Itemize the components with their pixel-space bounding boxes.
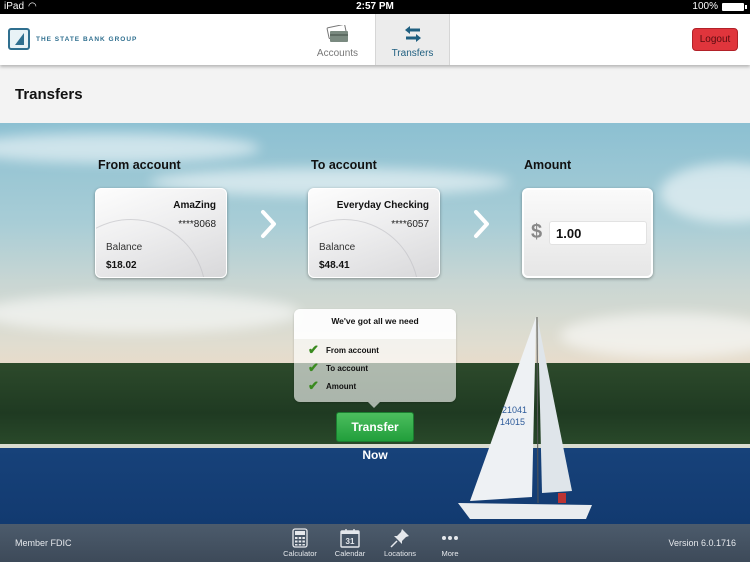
- checklist-popover: We've got all we need ✔ From account ✔ To …: [294, 309, 456, 408]
- from-account-card[interactable]: AmaZing ****8068 Balance $18.02: [95, 188, 227, 278]
- cloud: [0, 293, 300, 333]
- transfer-now-button[interactable]: Transfer Now: [336, 412, 414, 462]
- to-balance-value: $48.41: [319, 260, 350, 271]
- app-header: THE STATE BANK GROUP Accounts Transfers …: [0, 14, 750, 65]
- popover-arrow: [368, 402, 380, 408]
- brand-logo: THE STATE BANK GROUP: [8, 28, 137, 50]
- calculator-button[interactable]: Calculator: [275, 527, 325, 558]
- from-account-label: From account: [98, 158, 181, 172]
- page-title-bar: Transfers: [0, 65, 750, 123]
- calendar-icon: 31: [325, 527, 375, 549]
- checkmark-icon: ✔: [308, 342, 319, 357]
- chevron-right-icon: [474, 210, 489, 238]
- cloud: [660, 163, 750, 223]
- checklist-item: ✔ From account: [308, 341, 456, 359]
- logout-button[interactable]: Logout: [692, 28, 738, 51]
- checklist: ✔ From account ✔ To account ✔ Amount: [294, 341, 456, 395]
- status-bar: iPad ◠ 2:57 PM 100%: [0, 0, 750, 14]
- from-balance-value: $18.02: [106, 260, 137, 271]
- app: iPad ◠ 2:57 PM 100% THE STATE BANK GROUP …: [0, 0, 750, 562]
- more-dots-icon: [425, 527, 475, 549]
- checkmark-icon: ✔: [308, 360, 319, 375]
- amount-label: Amount: [524, 158, 572, 172]
- chevron-right-icon: [261, 210, 276, 238]
- to-account-label: To account: [311, 158, 377, 172]
- locations-label: Locations: [383, 549, 417, 558]
- svg-text:14015: 14015: [500, 417, 525, 427]
- member-fdic-text: Member FDIC: [15, 538, 72, 548]
- sailboat-logo-icon: [8, 28, 30, 50]
- calendar-label: Calendar: [334, 549, 366, 558]
- checklist-item: ✔ Amount: [308, 377, 456, 395]
- more-button[interactable]: More: [425, 527, 475, 558]
- checklist-title: We've got all we need: [294, 309, 456, 339]
- to-account-name: Everyday Checking: [336, 200, 429, 211]
- battery-icon: [722, 3, 747, 11]
- currency-symbol: $: [531, 221, 543, 243]
- transfer-arrows-icon: [376, 23, 449, 45]
- calculator-icon: [275, 527, 325, 549]
- from-account-name: AmaZing: [173, 200, 216, 211]
- locations-button[interactable]: Locations: [375, 527, 425, 558]
- calculator-label: Calculator: [283, 549, 317, 558]
- background-scene: 21041 14015 From account AmaZing ****806…: [0, 123, 750, 524]
- more-label: More: [441, 549, 459, 558]
- amount-card: $: [522, 188, 653, 278]
- tab-label: Transfers: [391, 48, 434, 59]
- page-title: Transfers: [15, 86, 83, 103]
- footer-bar: Member FDIC Calculator 31 Calendar Locat…: [0, 524, 750, 562]
- brand-name: THE STATE BANK GROUP: [36, 35, 138, 43]
- to-account-card[interactable]: Everyday Checking ****6057 Balance $48.4…: [308, 188, 440, 278]
- checklist-item-label: From account: [326, 345, 379, 355]
- tab-transfers[interactable]: Transfers: [375, 14, 450, 65]
- checklist-item-label: To account: [326, 363, 369, 373]
- pushpin-icon: [375, 527, 425, 549]
- amount-input[interactable]: [549, 221, 647, 245]
- calendar-button[interactable]: 31 Calendar: [325, 527, 375, 558]
- version-text: Version 6.0.1716: [668, 538, 736, 548]
- to-balance-label: Balance: [319, 242, 356, 253]
- from-balance-label: Balance: [106, 242, 143, 253]
- credit-card-icon: [300, 23, 375, 45]
- checklist-item-label: Amount: [326, 381, 357, 391]
- to-account-number: ****6057: [391, 219, 429, 230]
- calendar-day: 31: [346, 537, 355, 546]
- checkmark-icon: ✔: [308, 378, 319, 393]
- tab-label: Accounts: [316, 48, 359, 59]
- from-account-number: ****8068: [178, 219, 216, 230]
- clock: 2:57 PM: [356, 1, 394, 12]
- svg-text:21041: 21041: [502, 405, 527, 415]
- battery-percent: 100%: [692, 1, 718, 12]
- sailboat-image: 21041 14015: [458, 316, 592, 519]
- tab-accounts[interactable]: Accounts: [300, 14, 375, 65]
- checklist-item: ✔ To account: [308, 359, 456, 377]
